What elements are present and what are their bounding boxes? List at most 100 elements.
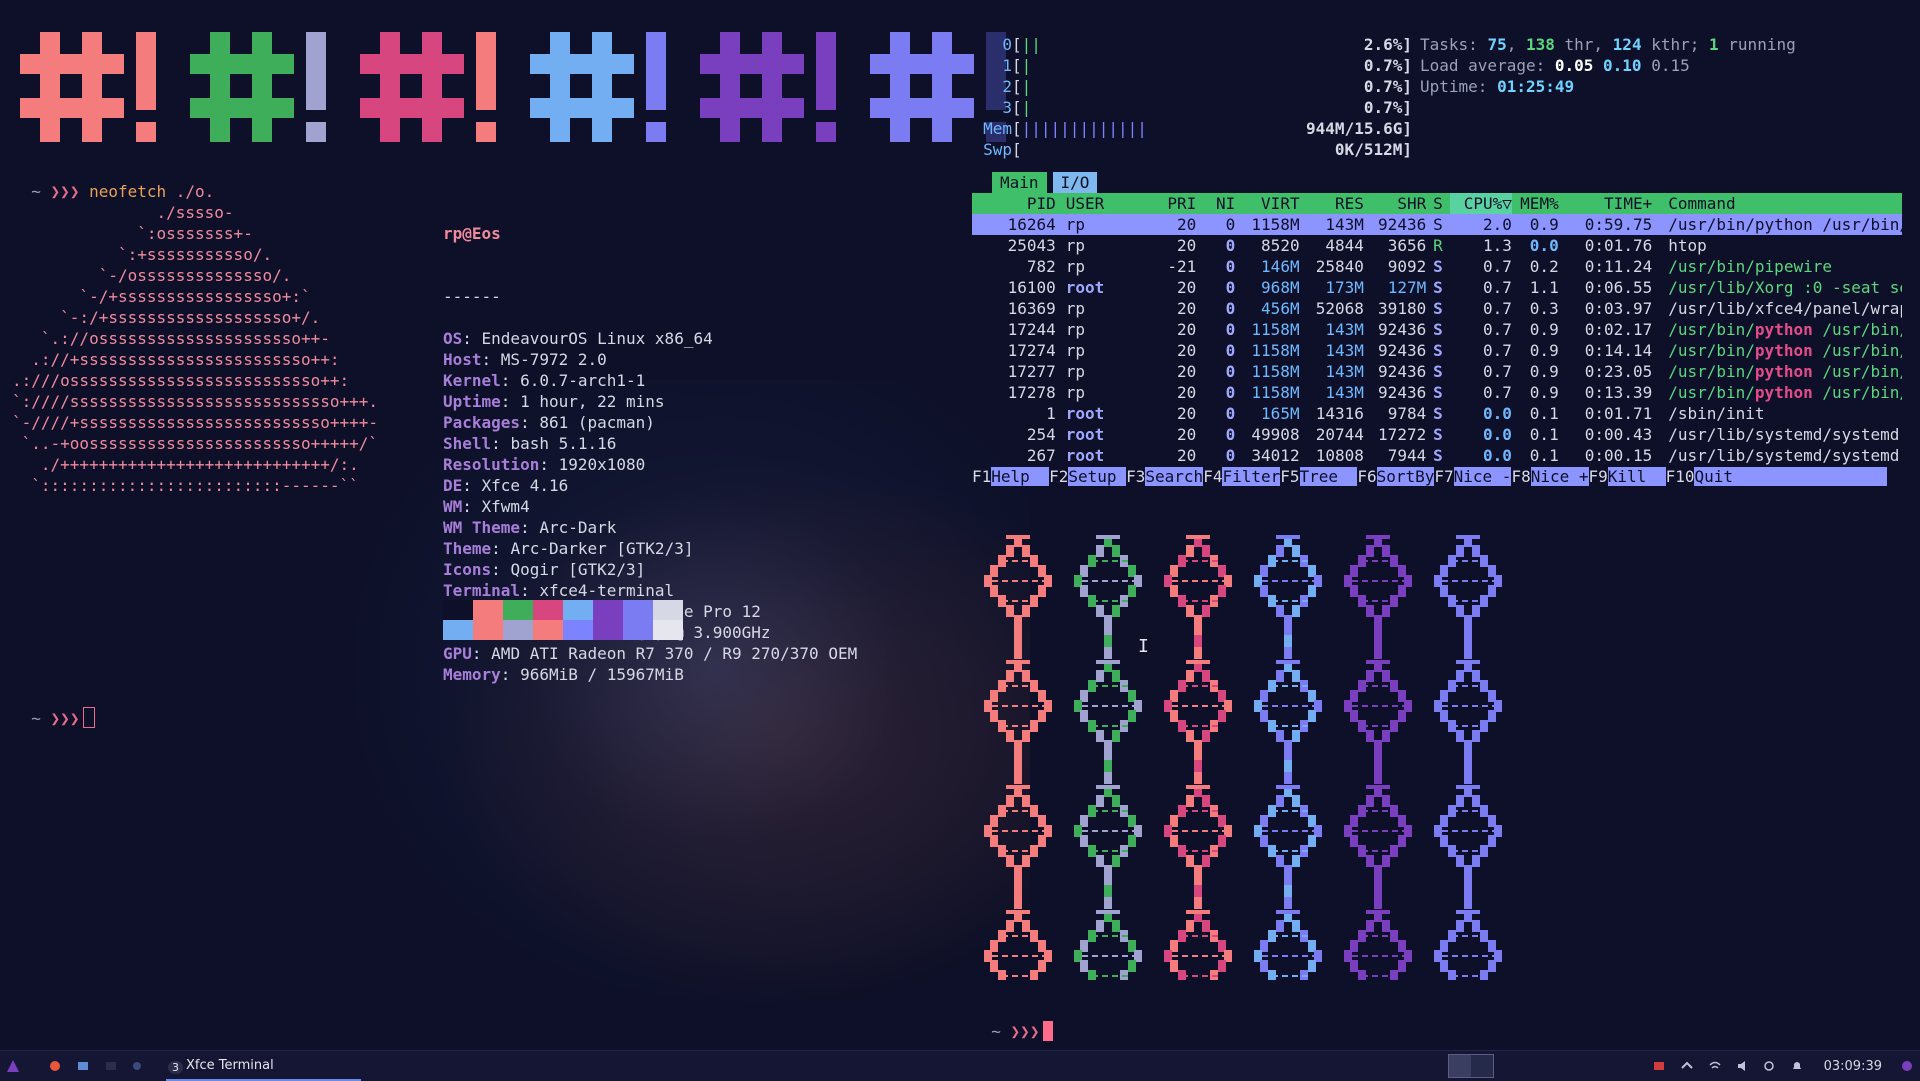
process-row[interactable]: 17277 rp 20 0 1158M 143M 92436 S 0.7 0.9 0:23.05/u… bbox=[972, 361, 1902, 382]
res: 25840 bbox=[1315, 257, 1364, 276]
command: /usr/lib/xfce4/panel/wrapp bbox=[1668, 299, 1903, 318]
update-notifier-icon[interactable] bbox=[1652, 1051, 1666, 1081]
shr: 92436 bbox=[1378, 215, 1427, 234]
volume-icon[interactable] bbox=[1736, 1051, 1750, 1081]
user: rp bbox=[1065, 383, 1086, 402]
dna-strand-b bbox=[1202, 855, 1210, 867]
col-time[interactable]: TIME+ bbox=[1559, 193, 1652, 214]
workspace-switcher[interactable] bbox=[1448, 1051, 1494, 1081]
logo-line: `-////+ssssssssssssssssssssssssso++++- bbox=[12, 413, 379, 432]
network-icon[interactable] bbox=[1680, 1051, 1694, 1081]
fkey-f5[interactable]: F5Tree bbox=[1280, 466, 1358, 487]
dna-strand-a bbox=[1366, 605, 1374, 617]
process-row[interactable]: 17278 rp 20 0 1158M 143M 92436 S 0.7 0.9 0:13.39/u… bbox=[972, 382, 1902, 403]
col-user[interactable]: USER bbox=[1056, 193, 1154, 214]
terminal-launcher-icon[interactable] bbox=[104, 1051, 118, 1081]
fkey-f10[interactable]: F10Quit bbox=[1666, 466, 1888, 487]
col-res[interactable]: RES bbox=[1300, 193, 1364, 214]
file-manager-icon[interactable] bbox=[76, 1051, 90, 1081]
dna-strand-a bbox=[1014, 635, 1022, 647]
info-key: Shell bbox=[443, 434, 492, 453]
dna-strand-b bbox=[1472, 795, 1480, 807]
task-badge: 3 bbox=[168, 1061, 183, 1074]
fkey-f4[interactable]: F4Filter bbox=[1203, 466, 1281, 487]
process-row[interactable]: 267 root 20 0 34012 10808 7944 S 0.0 0.1 0:00.15/u… bbox=[972, 445, 1902, 466]
idle-prompt-right[interactable]: ~ ❯❯❯ bbox=[972, 1000, 1054, 1042]
notifications-icon[interactable] bbox=[1790, 1051, 1804, 1081]
wifi-icon[interactable] bbox=[1708, 1051, 1722, 1081]
process-row[interactable]: 254 root 20 0 49908 20744 17272 S 0.0 0.1 0:00.43 /… bbox=[972, 424, 1902, 445]
fkey-f6[interactable]: F6SortBy bbox=[1357, 466, 1435, 487]
info-key: WM bbox=[443, 497, 463, 516]
col-virt[interactable]: VIRT bbox=[1235, 193, 1300, 214]
htop-tabs: Main I/O bbox=[992, 172, 1902, 193]
tab-main[interactable]: Main bbox=[992, 172, 1047, 193]
col-ni[interactable]: NI bbox=[1196, 193, 1235, 214]
dna-strand-b bbox=[1038, 585, 1046, 597]
tab-io[interactable]: I/O bbox=[1052, 172, 1098, 193]
nice: 0 bbox=[1225, 383, 1236, 402]
pid: 17277 bbox=[1007, 362, 1056, 381]
settings-icon[interactable] bbox=[130, 1051, 144, 1081]
col-shr[interactable]: SHR bbox=[1364, 193, 1426, 214]
virt: 146M bbox=[1261, 257, 1300, 276]
meter-bars: ||||||||||||| bbox=[1021, 119, 1147, 138]
dna-strand-a bbox=[1374, 760, 1382, 772]
fkey-f7[interactable]: F7Nice - bbox=[1434, 466, 1512, 487]
dna-strand-b bbox=[1292, 605, 1300, 617]
mem-percent: 0.9 bbox=[1529, 215, 1559, 234]
user: root bbox=[1065, 278, 1105, 297]
dna-strand-a bbox=[1080, 585, 1088, 597]
dna-strand-b bbox=[1218, 710, 1226, 722]
browser-launcher-icon[interactable] bbox=[48, 1051, 62, 1081]
clock[interactable]: 03:09:39 bbox=[1824, 1051, 1882, 1081]
info-key: Memory bbox=[443, 665, 501, 684]
dna-helix bbox=[1164, 535, 1232, 982]
fkey-f3[interactable]: F3Search bbox=[1126, 466, 1204, 487]
nice: 0 bbox=[1225, 362, 1236, 381]
col-cpu[interactable]: CPU%▽ bbox=[1449, 193, 1512, 214]
dna-strand-a bbox=[1276, 855, 1284, 867]
hashbang-glyph bbox=[530, 32, 700, 142]
virt: 34012 bbox=[1251, 446, 1300, 465]
process-row[interactable]: 16264 rp 20 0 1158M 143M 92436 S 2.0 0.9 0:59.75/u… bbox=[972, 214, 1902, 235]
col-state[interactable]: S bbox=[1426, 193, 1449, 214]
dna-strand-a bbox=[990, 585, 998, 597]
info-row: Kernel: 6.0.7-arch1-1 bbox=[443, 371, 646, 390]
info-row: Packages: 861 (pacman) bbox=[443, 413, 655, 432]
color-swatch bbox=[653, 600, 683, 620]
process-row[interactable]: 17244 rp 20 0 1158M 143M 92436 S 0.7 0.9 0:02.17/u… bbox=[972, 319, 1902, 340]
col-mem[interactable]: MEM% bbox=[1512, 193, 1559, 214]
fkey-f9[interactable]: F9Kill bbox=[1589, 466, 1666, 487]
htop-panel[interactable]: 0 [|| 2.6%] Tasks: 75, 138 thr, 124 kthr; 1… bbox=[972, 34, 1902, 487]
process-row[interactable]: 16100 root 20 0 968M 173M 127M S 0.7 1.1 0:06.55/u… bbox=[972, 277, 1902, 298]
info-row: Icons: Qogir [GTK2/3] bbox=[443, 560, 646, 579]
user: root bbox=[1065, 425, 1105, 444]
user-menu-icon[interactable] bbox=[1900, 1051, 1914, 1081]
dna-strand-a bbox=[1096, 545, 1104, 557]
power-icon[interactable] bbox=[1762, 1051, 1776, 1081]
process-row[interactable]: 17274 rp 20 0 1158M 143M 92436 S 0.7 0.9 0:14.14/u… bbox=[972, 340, 1902, 361]
idle-prompt-left[interactable]: ~ ❯❯❯ bbox=[12, 686, 96, 729]
fkey-f2[interactable]: F2Setup bbox=[1049, 466, 1127, 487]
process-row[interactable]: 25043 rp 20 0 8520 4844 3656 R 1.3 0.0 0:01.76 htop bbox=[972, 235, 1902, 256]
pid: 1 bbox=[1046, 404, 1056, 423]
col-pri[interactable]: PRI bbox=[1153, 193, 1196, 214]
col-command[interactable]: Command bbox=[1652, 193, 1902, 214]
info-key: Kernel bbox=[443, 371, 501, 390]
cpu-meter: 1 [| 0.7%] Load average: 0.05 0.10 0.15 bbox=[972, 55, 1902, 76]
col-pid[interactable]: PID bbox=[972, 193, 1056, 214]
dna-strand-b bbox=[1292, 730, 1300, 742]
cpu-percent: 0.7 bbox=[1483, 257, 1512, 276]
process-row[interactable]: 16369 rp 20 0 456M 52068 39180 S 0.7 0.3 0:03.97/u… bbox=[972, 298, 1902, 319]
app-menu-icon[interactable] bbox=[6, 1051, 20, 1081]
taskbar-item-xfce-terminal[interactable]: 3 Xfce Terminal bbox=[166, 1051, 361, 1081]
fkey-f1[interactable]: F1Help bbox=[972, 466, 1050, 487]
process-row[interactable]: 1 root 20 0 165M 14316 9784 S 0.0 0.1 0:01.71/sbin… bbox=[972, 403, 1902, 424]
state: R bbox=[1433, 236, 1443, 255]
process-row[interactable]: 782 rp -21 0 146M 25840 9092 S 0.7 0.2 0:11.24/usr… bbox=[972, 256, 1902, 277]
res: 143M bbox=[1325, 215, 1364, 234]
dna-helix bbox=[1254, 535, 1322, 982]
dna-strand-a bbox=[1194, 897, 1202, 909]
fkey-f8[interactable]: F8Nice + bbox=[1511, 466, 1589, 487]
